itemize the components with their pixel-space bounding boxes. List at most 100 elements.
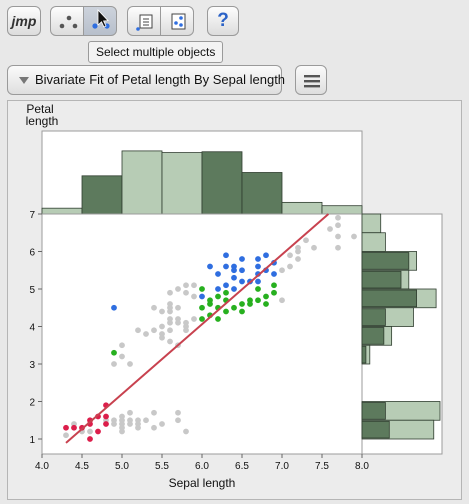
point-grey (175, 286, 181, 292)
point-grey (183, 319, 189, 326)
point-grey (295, 256, 301, 262)
right-hist-bar (361, 232, 386, 252)
point-grey (63, 432, 69, 439)
top-hist-bar (161, 152, 203, 215)
point-blue (223, 263, 229, 270)
point-blue (231, 274, 237, 281)
point-blue (207, 263, 213, 270)
point-grey (287, 252, 293, 259)
point-blue (255, 263, 261, 270)
x-axis-label: Sepal length (169, 476, 236, 490)
top-hist-bar (241, 172, 283, 215)
point-green (239, 301, 245, 307)
y-tick-label: 6 (29, 248, 35, 259)
point-grey (159, 421, 165, 427)
point-grey (167, 289, 173, 296)
point-red (103, 421, 109, 427)
point-grey (111, 417, 117, 424)
point-green (247, 301, 253, 307)
x-tick-label: 8.0 (355, 461, 369, 472)
point-grey (175, 417, 181, 424)
point-green (231, 304, 237, 311)
y-axis-label-line2: length (26, 114, 59, 128)
point-grey (183, 428, 189, 435)
point-red (63, 424, 69, 431)
y-tick-label: 3 (29, 360, 35, 371)
point-grey (191, 282, 197, 289)
x-tick-label: 7.0 (275, 461, 289, 472)
point-grey (135, 327, 141, 334)
point-grey (135, 424, 141, 431)
right-hist-bar-selected (361, 327, 385, 345)
right-hist-bar (361, 213, 382, 234)
x-tick-label: 4.5 (75, 461, 89, 472)
point-blue (239, 278, 245, 285)
point-red (87, 436, 93, 442)
point-grey (159, 323, 165, 330)
point-blue (215, 271, 221, 277)
right-hist-bar-selected (361, 345, 367, 364)
x-tick-label: 5.0 (115, 461, 129, 472)
point-grey (167, 304, 173, 311)
point-blue (223, 282, 229, 289)
point-green (207, 297, 213, 304)
point-grey (119, 424, 125, 431)
point-grey (335, 214, 341, 221)
point-grey (335, 222, 341, 229)
point-grey (119, 353, 125, 360)
point-grey (191, 293, 197, 300)
point-grey (279, 297, 285, 304)
point-green (199, 304, 205, 311)
point-blue (199, 293, 205, 300)
point-grey (127, 409, 133, 416)
point-green (263, 301, 269, 307)
point-grey (167, 338, 173, 345)
point-grey (119, 342, 125, 349)
point-grey (287, 263, 293, 270)
bivariate-plot: Petal length 1234567 4.0 4.5 5.0 5.5 6.0 6.5 7… (26, 102, 443, 490)
x-tick-label: 7.5 (315, 461, 329, 472)
top-hist-bar (121, 150, 163, 215)
top-hist-bar (41, 207, 83, 215)
y-tick-label: 1 (29, 435, 35, 446)
point-blue (255, 278, 261, 285)
top-hist-bar (201, 151, 243, 215)
point-blue (215, 286, 221, 292)
point-green (215, 293, 221, 300)
point-green (199, 286, 205, 292)
point-grey (183, 282, 189, 289)
point-grey (119, 417, 125, 424)
point-grey (151, 304, 157, 311)
point-green (239, 308, 245, 315)
point-green (223, 289, 229, 296)
x-tick-label: 6.5 (235, 461, 249, 472)
point-grey (159, 308, 165, 315)
point-grey (311, 244, 317, 251)
point-green (223, 308, 229, 315)
point-grey (127, 417, 133, 424)
point-grey (175, 304, 181, 311)
top-hist-bar (81, 175, 123, 215)
point-blue (263, 252, 269, 259)
point-grey (183, 289, 189, 296)
y-tick-label: 2 (29, 398, 35, 409)
point-green (263, 293, 269, 300)
point-grey (127, 361, 133, 367)
point-grey (335, 233, 341, 240)
point-grey (175, 409, 181, 416)
point-grey (151, 409, 157, 416)
right-hist-bar-selected (361, 308, 386, 326)
point-grey (111, 361, 117, 367)
top-hist-bar (321, 205, 363, 215)
point-green (255, 286, 261, 292)
point-green (271, 289, 277, 296)
x-tick-label: 5.5 (155, 461, 169, 472)
point-blue (231, 286, 237, 292)
point-green (271, 282, 277, 289)
point-grey (351, 233, 357, 240)
top-hist-bar (281, 201, 323, 215)
right-hist-bar-selected (361, 252, 410, 270)
point-grey (191, 316, 197, 322)
point-green (255, 297, 261, 304)
point-grey (327, 226, 333, 232)
